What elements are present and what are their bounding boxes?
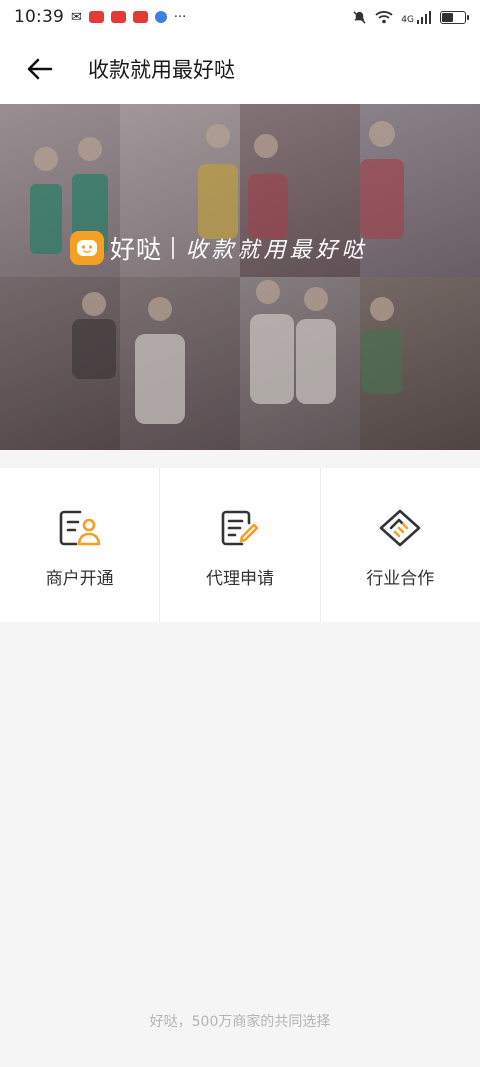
- banner-image: 好哒 收款就用最好哒: [0, 104, 480, 450]
- notification-icon: ✉: [71, 9, 82, 25]
- bottom-bar: [0, 1049, 480, 1067]
- app-notification-icon: [88, 11, 104, 23]
- handshake-icon: [378, 508, 422, 548]
- brand-logo-icon: [70, 231, 104, 265]
- network-type: 4G: [401, 14, 414, 25]
- industry-cooperation-label: 行业合作: [366, 569, 435, 589]
- app-notification-icon: [132, 11, 148, 23]
- back-button[interactable]: [0, 34, 80, 104]
- document-edit-icon: [218, 508, 262, 548]
- brand-divider: [172, 237, 174, 259]
- browser-notification-icon: [154, 11, 167, 23]
- merchant-open-label: 商户开通: [45, 569, 114, 589]
- industry-cooperation-button[interactable]: 行业合作: [321, 468, 480, 622]
- wifi-icon: [375, 11, 393, 24]
- more-notifications-icon: ···: [173, 9, 187, 25]
- status-bar: 10:39 ✉ ··· 4G: [0, 0, 480, 34]
- brand-slogan: 收款就用最好哒: [185, 238, 368, 263]
- mute-icon: [353, 10, 366, 24]
- agent-apply-button[interactable]: 代理申请: [160, 468, 321, 622]
- status-time: 10:39: [14, 7, 64, 27]
- banner-brand: 好哒 收款就用最好哒: [70, 230, 368, 266]
- service-menu: 商户开通 代理申请 行业合作: [0, 468, 480, 622]
- footer-tagline: 好哒，500万商家的共同选择: [149, 1014, 331, 1030]
- signal-icon: [417, 11, 431, 24]
- app-header: 收款就用最好哒: [0, 34, 480, 104]
- arrow-left-icon: [27, 58, 53, 80]
- merchant-card-icon: [58, 508, 102, 548]
- page-title: 收款就用最好哒: [88, 58, 235, 82]
- app-notification-icon: [110, 11, 126, 23]
- battery-icon: [440, 10, 469, 24]
- brand-name: 好哒: [110, 235, 163, 264]
- agent-apply-label: 代理申请: [205, 569, 274, 589]
- merchant-open-button[interactable]: 商户开通: [0, 468, 161, 622]
